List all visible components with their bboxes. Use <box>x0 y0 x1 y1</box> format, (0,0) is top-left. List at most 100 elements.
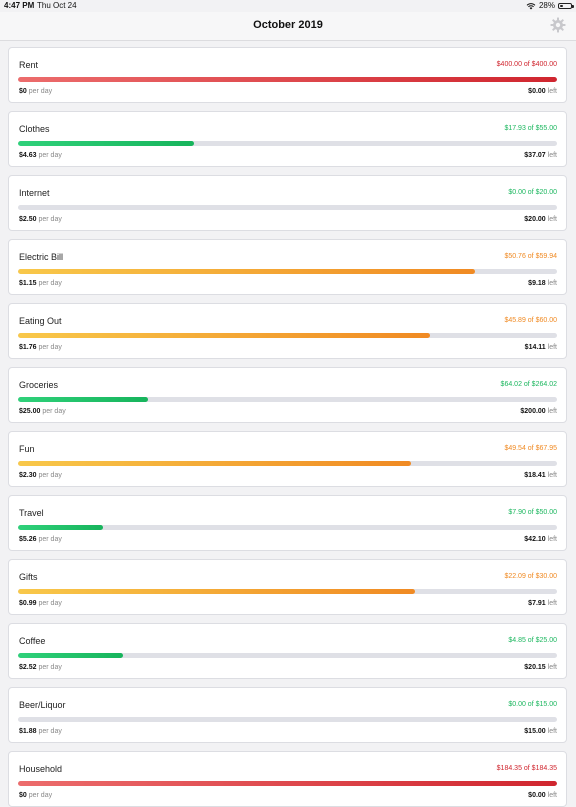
per-day-value: $2.50 <box>19 216 37 223</box>
per-day-value: $0 <box>19 88 27 95</box>
left-value: $0.00 <box>528 88 546 95</box>
budget-name: Gifts <box>19 572 38 582</box>
budget-name: Internet <box>19 188 50 198</box>
progress-fill <box>18 77 557 82</box>
budget-name: Electric Bill <box>19 252 64 262</box>
budget-amount: $45.89 of $60.00 <box>504 317 557 324</box>
per-day-value: $1.76 <box>19 344 37 351</box>
budget-card[interactable]: Household $184.35 of $184.35 $0 per day $0.… <box>8 751 567 807</box>
progress-track <box>18 653 557 658</box>
per-day-label: per day <box>42 408 66 415</box>
per-day-rate: $0 per day <box>19 792 52 799</box>
left-label: left <box>547 472 557 479</box>
battery-percent: 28% <box>538 1 555 10</box>
budget-name: Household <box>19 764 63 774</box>
amount-left: $200.00 left <box>520 408 557 415</box>
per-day-value: $2.30 <box>19 472 37 479</box>
per-day-rate: $1.88 per day <box>19 728 62 735</box>
budget-amount: $64.02 of $264.02 <box>500 381 557 388</box>
left-value: $14.11 <box>524 344 546 351</box>
budget-name: Beer/Liquor <box>19 700 66 710</box>
left-value: $20.15 <box>524 664 546 671</box>
per-day-label: per day <box>38 600 62 607</box>
progress-track <box>18 589 557 594</box>
left-label: left <box>547 88 557 95</box>
budget-amount: $0.00 of $15.00 <box>508 701 557 708</box>
budget-card[interactable]: Groceries $64.02 of $264.02 $25.00 per day… <box>8 367 567 423</box>
per-day-rate: $2.52 per day <box>19 664 62 671</box>
amount-left: $20.00 left <box>524 216 557 223</box>
budget-amount: $17.93 of $55.00 <box>504 125 557 132</box>
budget-name: Rent <box>19 60 39 70</box>
left-label: left <box>547 344 557 351</box>
progress-fill <box>18 269 475 274</box>
nav-bar: October 2019 <box>0 12 576 41</box>
budget-amount: $49.54 of $67.95 <box>504 445 557 452</box>
amount-left: $0.00 left <box>528 792 557 799</box>
budget-card[interactable]: Fun $49.54 of $67.95 $2.30 per day $18.41 l… <box>8 431 567 487</box>
status-time: 4:47 PM <box>4 1 35 10</box>
left-value: $7.91 <box>528 600 546 607</box>
per-day-label: per day <box>38 536 62 543</box>
budget-card[interactable]: Beer/Liquor $0.00 of $15.00 $1.88 per day $… <box>8 687 567 743</box>
budget-amount: $22.09 of $30.00 <box>504 573 557 580</box>
per-day-rate: $0 per day <box>19 88 52 95</box>
left-value: $200.00 <box>520 408 546 415</box>
battery-icon <box>558 2 574 9</box>
left-label: left <box>547 728 557 735</box>
gear-icon[interactable] <box>550 17 566 33</box>
budget-card[interactable]: Coffee $4.85 of $25.00 $2.52 per day $20.15… <box>8 623 567 679</box>
per-day-rate: $0.99 per day <box>19 600 62 607</box>
left-value: $37.07 <box>524 152 546 159</box>
per-day-label: per day <box>38 664 62 671</box>
amount-left: $18.41 left <box>524 472 557 479</box>
per-day-rate: $1.76 per day <box>19 344 62 351</box>
budget-card[interactable]: Rent $400.00 of $400.00 $0 per day $0.00 le… <box>8 47 567 103</box>
per-day-label: per day <box>38 472 62 479</box>
budget-card[interactable]: Clothes $17.93 of $55.00 $4.63 per day $37.… <box>8 111 567 167</box>
budget-amount: $0.00 of $20.00 <box>508 189 557 196</box>
progress-fill <box>18 781 557 786</box>
per-day-value: $1.15 <box>19 280 37 287</box>
budget-amount: $7.90 of $50.00 <box>508 509 557 516</box>
per-day-rate: $4.63 per day <box>19 152 62 159</box>
budget-name: Groceries <box>19 380 59 390</box>
progress-track <box>18 781 557 786</box>
budget-name: Travel <box>19 508 44 518</box>
budget-card[interactable]: Gifts $22.09 of $30.00 $0.99 per day $7.91 … <box>8 559 567 615</box>
left-value: $42.10 <box>524 536 546 543</box>
left-label: left <box>547 216 557 223</box>
per-day-label: per day <box>38 152 62 159</box>
left-value: $15.00 <box>524 728 546 735</box>
amount-left: $7.91 left <box>528 600 557 607</box>
per-day-label: per day <box>38 280 62 287</box>
per-day-value: $4.63 <box>19 152 37 159</box>
budget-card[interactable]: Eating Out $45.89 of $60.00 $1.76 per day $… <box>8 303 567 359</box>
left-value: $9.18 <box>528 280 546 287</box>
per-day-label: per day <box>38 216 62 223</box>
budget-card[interactable]: Electric Bill $50.76 of $59.94 $1.15 per d… <box>8 239 567 295</box>
amount-left: $14.11 left <box>525 344 557 351</box>
progress-track <box>18 525 557 530</box>
progress-fill <box>18 461 411 466</box>
progress-track <box>18 205 557 210</box>
left-label: left <box>547 664 557 671</box>
left-value: $18.41 <box>524 472 546 479</box>
budget-amount: $400.00 of $400.00 <box>496 61 557 68</box>
left-label: left <box>547 408 557 415</box>
amount-left: $20.15 left <box>524 664 557 671</box>
amount-left: $37.07 left <box>524 152 557 159</box>
progress-track <box>18 717 557 722</box>
per-day-value: $25.00 <box>19 408 41 415</box>
budget-amount: $184.35 of $184.35 <box>496 765 557 772</box>
per-day-label: per day <box>38 728 62 735</box>
budget-card[interactable]: Travel $7.90 of $50.00 $5.26 per day $42.10… <box>8 495 567 551</box>
progress-fill <box>18 397 149 402</box>
left-value: $20.00 <box>524 216 546 223</box>
status-indicators: 28% <box>526 1 574 10</box>
progress-track <box>18 461 557 466</box>
budget-card[interactable]: Internet $0.00 of $20.00 $2.50 per day $20.… <box>8 175 567 231</box>
budget-name: Fun <box>19 444 35 454</box>
per-day-label: per day <box>28 88 53 95</box>
progress-fill <box>18 653 123 658</box>
